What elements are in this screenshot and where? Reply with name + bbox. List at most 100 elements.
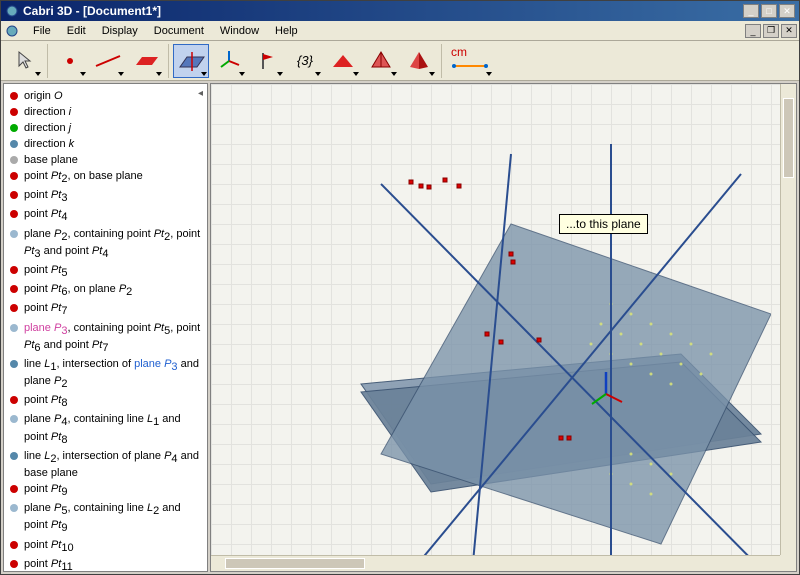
- object-label: point Pt2, on base plane: [24, 169, 143, 186]
- object-item[interactable]: plane P2, containing point Pt2, point Pt…: [10, 226, 201, 262]
- plane-blue-icon: [177, 49, 205, 73]
- plane-red-tool[interactable]: [128, 44, 164, 78]
- axes-icon: [217, 49, 241, 73]
- menu-window[interactable]: Window: [212, 23, 267, 39]
- object-item[interactable]: point Pt3: [10, 187, 201, 206]
- maximize-button[interactable]: □: [761, 4, 777, 18]
- object-label: direction j: [24, 121, 71, 135]
- object-item[interactable]: direction k: [10, 136, 201, 152]
- object-item[interactable]: point Pt6, on plane P2: [10, 281, 201, 300]
- object-panel[interactable]: ◂ origin Odirection i direction j directio…: [3, 83, 208, 572]
- object-item[interactable]: point Pt2, on base plane: [10, 168, 201, 187]
- object-item[interactable]: plane P3, containing point Pt5, point Pt…: [10, 320, 201, 356]
- object-label: point Pt10: [24, 538, 74, 555]
- object-label: direction k: [24, 137, 74, 151]
- scene-3d[interactable]: [211, 84, 771, 572]
- bullet-icon: [10, 452, 18, 460]
- set-icon: {3}: [297, 53, 313, 68]
- scrollbar-horizontal[interactable]: [211, 555, 780, 571]
- close-button[interactable]: ✕: [779, 4, 795, 18]
- object-label: plane P4, containing line L1 and point P…: [24, 412, 201, 446]
- bullet-icon: [10, 360, 18, 368]
- bullet-icon: [10, 172, 18, 180]
- bullet-icon: [10, 415, 18, 423]
- object-label: plane P5, containing line L2 and point P…: [24, 501, 201, 535]
- line-icon: [93, 51, 123, 71]
- content-area: ◂ origin Odirection i direction j directio…: [1, 81, 799, 574]
- object-item[interactable]: point Pt10: [10, 537, 201, 556]
- menu-document[interactable]: Document: [146, 23, 212, 39]
- mdi-restore-button[interactable]: ❐: [763, 24, 779, 38]
- scrollbar-vertical[interactable]: [780, 84, 796, 555]
- menu-edit[interactable]: Edit: [59, 23, 94, 39]
- triangle-icon: [331, 51, 355, 71]
- object-item[interactable]: point Pt4: [10, 206, 201, 225]
- point-icon: [60, 51, 80, 71]
- bullet-icon: [10, 560, 18, 568]
- object-label: point Pt4: [24, 207, 67, 224]
- flag-tool[interactable]: [249, 44, 285, 78]
- bullet-icon: [10, 304, 18, 312]
- object-item[interactable]: base plane: [10, 152, 201, 168]
- collapse-icon[interactable]: ◂: [198, 88, 203, 99]
- bullet-icon: [10, 230, 18, 238]
- object-item[interactable]: line L2, intersection of plane P4 and ba…: [10, 448, 201, 481]
- minimize-button[interactable]: _: [743, 4, 759, 18]
- ruler-tool[interactable]: cm: [446, 44, 494, 78]
- object-item[interactable]: direction i: [10, 104, 201, 120]
- viewport-3d[interactable]: ...to this plane: [210, 83, 797, 572]
- object-item[interactable]: point Pt7: [10, 300, 201, 319]
- object-label: point Pt7: [24, 301, 67, 318]
- object-item[interactable]: origin O: [10, 88, 201, 104]
- axes-tool[interactable]: [211, 44, 247, 78]
- tetra-solid-icon: [407, 49, 431, 73]
- bullet-icon: [10, 396, 18, 404]
- mdi-minimize-button[interactable]: _: [745, 24, 761, 38]
- bullet-icon: [10, 124, 18, 132]
- bullet-icon: [10, 191, 18, 199]
- menu-help[interactable]: Help: [267, 23, 306, 39]
- line-tool[interactable]: [90, 44, 126, 78]
- object-label: direction i: [24, 105, 71, 119]
- bullet-icon: [10, 485, 18, 493]
- ruler-label: cm: [451, 45, 467, 59]
- window-title: Cabri 3D - [Document1*]: [23, 4, 743, 18]
- title-bar: Cabri 3D - [Document1*] _ □ ✕: [1, 1, 799, 21]
- plane-red-icon: [132, 51, 160, 71]
- object-item[interactable]: plane P5, containing line L2 and point P…: [10, 500, 201, 536]
- app-icon: [5, 4, 19, 18]
- object-item[interactable]: direction j: [10, 120, 201, 136]
- bullet-icon: [10, 108, 18, 116]
- tetra-wire-icon: [369, 49, 393, 73]
- cursor-icon: [16, 50, 34, 72]
- point-tool[interactable]: [52, 44, 88, 78]
- object-label: point Pt3: [24, 188, 67, 205]
- object-label: point Pt5: [24, 263, 67, 280]
- window-buttons: _ □ ✕: [743, 4, 795, 18]
- object-item[interactable]: line L1, intersection of plane P3 and pl…: [10, 356, 201, 392]
- object-item[interactable]: point Pt11: [10, 556, 201, 572]
- object-label: point Pt11: [24, 557, 73, 572]
- object-label: line L2, intersection of plane P4 and ba…: [24, 449, 201, 480]
- set-tool[interactable]: {3}: [287, 44, 323, 78]
- object-item[interactable]: point Pt8: [10, 392, 201, 411]
- bullet-icon: [10, 504, 18, 512]
- plane-tool[interactable]: [173, 44, 209, 78]
- bullet-icon: [10, 140, 18, 148]
- object-item[interactable]: point Pt9: [10, 481, 201, 500]
- triangle-tool[interactable]: [325, 44, 361, 78]
- bullet-icon: [10, 541, 18, 549]
- tetra-wire-tool[interactable]: [363, 44, 399, 78]
- menu-file[interactable]: File: [25, 23, 59, 39]
- object-label: plane P3, containing point Pt5, point Pt…: [24, 321, 201, 355]
- object-item[interactable]: point Pt5: [10, 262, 201, 281]
- tetra-solid-tool[interactable]: [401, 44, 437, 78]
- flag-icon: [257, 49, 277, 73]
- bullet-icon: [10, 156, 18, 164]
- object-item[interactable]: plane P4, containing line L1 and point P…: [10, 411, 201, 447]
- cursor-tool[interactable]: [7, 44, 43, 78]
- viewport-tooltip: ...to this plane: [559, 214, 648, 234]
- menu-display[interactable]: Display: [94, 23, 146, 39]
- document-icon: [5, 24, 19, 38]
- mdi-close-button[interactable]: ✕: [781, 24, 797, 38]
